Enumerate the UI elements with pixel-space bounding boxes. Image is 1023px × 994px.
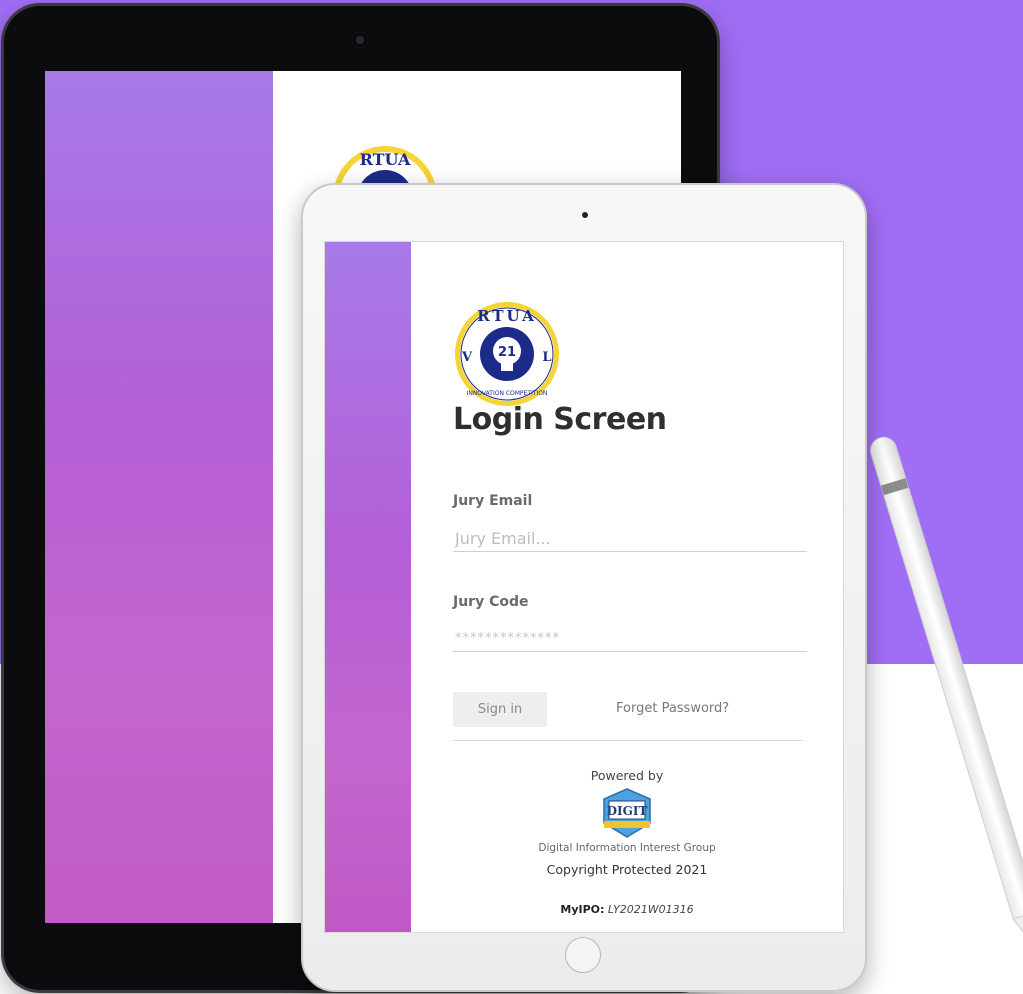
jury-code-input[interactable]: [453, 625, 807, 652]
front-tablet: RTUA V L 21 INNOVATION COMPETITION Login…: [301, 183, 867, 992]
organization-name: Digital Information Interest Group: [538, 842, 716, 854]
logo-number: 21: [498, 345, 516, 360]
form-divider: [453, 740, 803, 741]
logo-arc-text: RTUA: [477, 307, 537, 325]
logo-right-letter: L: [542, 350, 551, 365]
home-button[interactable]: [565, 937, 601, 973]
stylus-pencil: [870, 436, 1023, 955]
myipo-label: MyIPO:: [560, 903, 605, 916]
back-tablet-camera: [356, 36, 364, 44]
myipo-line: MyIPO: LY2021W01316: [411, 903, 843, 916]
back-screen-gradient-panel: [45, 71, 273, 923]
forget-password-link[interactable]: Forget Password?: [616, 701, 729, 716]
logo-bottom-text: INNOVATION COMPETITION: [467, 390, 548, 397]
jury-email-label: Jury Email: [453, 493, 533, 509]
front-tablet-camera: [582, 212, 588, 218]
back-logo-arc-text: RTUA: [360, 150, 411, 169]
copyright-text: Copyright Protected 2021: [546, 862, 708, 877]
digit-logo-text: DIGIT: [607, 804, 648, 818]
digit-logo: DIGIT: [603, 788, 651, 838]
sign-in-button[interactable]: Sign in: [453, 692, 547, 727]
jury-code-label: Jury Code: [453, 594, 529, 610]
login-screen: RTUA V L 21 INNOVATION COMPETITION Login…: [324, 241, 844, 933]
page-title: Login Screen: [453, 402, 667, 437]
powered-by-text: Powered by: [590, 768, 664, 783]
login-form-panel: RTUA V L 21 INNOVATION COMPETITION Login…: [411, 242, 843, 932]
virtual-innovation-logo: RTUA V L 21 INNOVATION COMPETITION: [455, 302, 559, 406]
jury-email-input[interactable]: [453, 525, 807, 552]
myipo-value: LY2021W01316: [607, 903, 694, 916]
gradient-side-panel: [325, 242, 411, 932]
logo-left-letter: V: [461, 350, 473, 365]
